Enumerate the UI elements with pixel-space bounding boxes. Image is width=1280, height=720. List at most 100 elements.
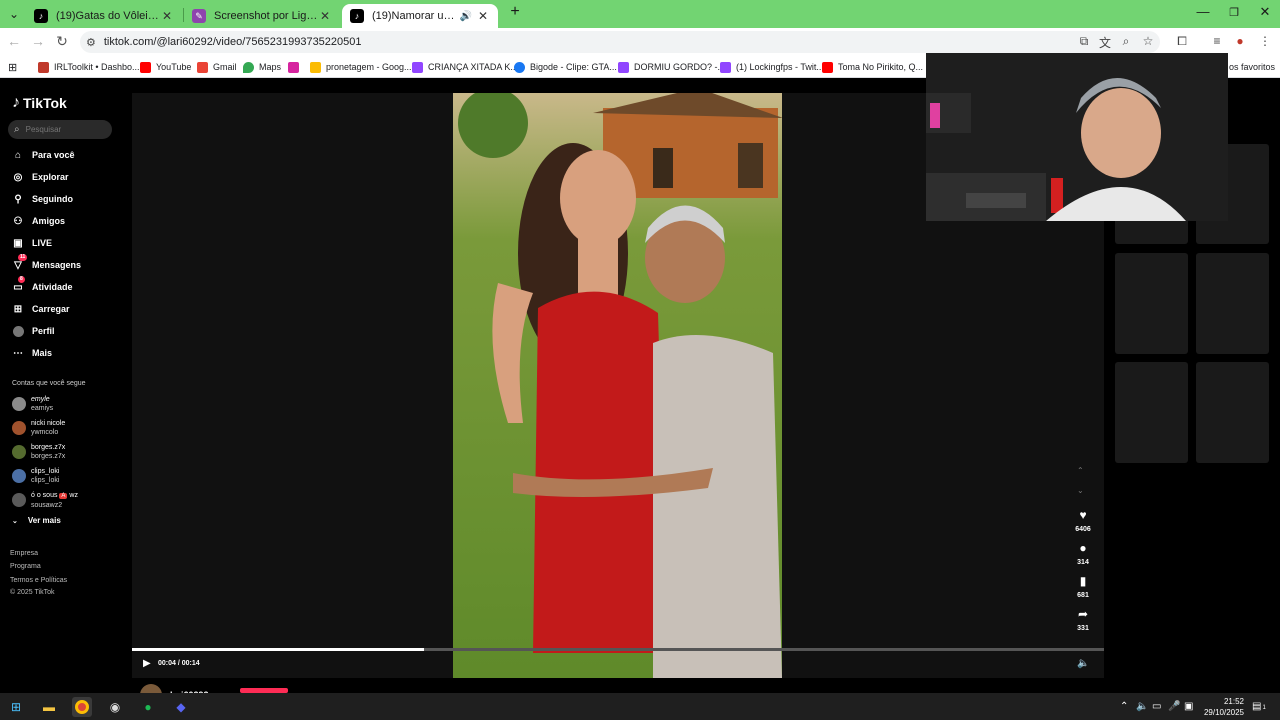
irltoolkit-icon: [38, 61, 49, 73]
following-account[interactable]: clips_loki clips_loki: [12, 465, 59, 487]
bookmark-label: (1) Lockingfps - Twit...: [736, 62, 824, 72]
system-clock[interactable]: 21:52 29/10/2025: [1200, 696, 1244, 718]
new-tab-button[interactable]: +: [500, 3, 530, 21]
url-text[interactable]: tiktok.com/@lari60292/video/756523199373…: [104, 36, 362, 48]
nav-amigos[interactable]: ⚇ Amigos: [12, 212, 66, 230]
close-tab-icon[interactable]: ✕: [318, 9, 332, 23]
tab-volei[interactable]: ♪ (19)Gatas do Vôlei Feminino: H ✕: [26, 4, 182, 28]
video-player[interactable]: [453, 93, 782, 678]
footer-empresa[interactable]: Empresa: [10, 550, 38, 557]
previous-video-icon[interactable]: ⌃: [1077, 466, 1084, 475]
notification-icon[interactable]: ▤1: [1252, 701, 1266, 712]
bookmark-label: CRIANÇA XITADA K...: [428, 62, 518, 72]
bookmark-toma[interactable]: Toma No Pirikito, Q...: [822, 59, 923, 75]
see-more-button[interactable]: ⌄ Ver mais: [12, 516, 61, 525]
file-explorer-icon[interactable]: ▬: [39, 697, 59, 717]
restore-icon[interactable]: ❐: [1219, 6, 1249, 19]
bookmark-bigode[interactable]: Bigode - Clipe: GTA...: [514, 59, 617, 75]
bookmark-dormiu[interactable]: DORMIU GORDO? -...: [618, 59, 725, 75]
chrome-taskbar-icon[interactable]: [72, 697, 92, 717]
nav-perfil[interactable]: Perfil: [12, 322, 55, 340]
media-control-icon[interactable]: ≡: [1209, 34, 1225, 48]
related-video-thumb[interactable]: [1196, 362, 1269, 463]
tab-search-chevron-icon[interactable]: ⌄: [6, 7, 22, 21]
nav-explorar[interactable]: ◎ Explorar: [12, 168, 69, 186]
windows-start-icon[interactable]: ⊞: [6, 697, 26, 717]
message-badge: 11: [18, 254, 28, 261]
minimize-icon[interactable]: —: [1188, 4, 1218, 19]
discord-icon[interactable]: ◆: [171, 697, 191, 717]
tiktok-logo[interactable]: ♪ TikTok: [12, 94, 67, 112]
display-tray-icon[interactable]: ▭: [1152, 701, 1161, 712]
nav-label: Mensagens: [32, 260, 82, 270]
window-close-icon[interactable]: ✕: [1250, 4, 1280, 20]
nav-carregar[interactable]: ⊞ Carregar: [12, 300, 70, 318]
network-icon[interactable]: ▣: [1184, 701, 1193, 712]
bookmark-count: 681: [1077, 592, 1089, 599]
browser-menu-icon[interactable]: ⋮: [1257, 34, 1273, 48]
reload-icon[interactable]: ↻: [52, 33, 72, 50]
avatar: [12, 445, 26, 459]
spotify-icon[interactable]: ●: [138, 697, 158, 717]
following-account[interactable]: ó o sous A wz sousawz2: [12, 489, 78, 511]
bookmark-youtube[interactable]: YouTube: [140, 59, 191, 75]
volume-icon[interactable]: 🔈: [1077, 658, 1089, 669]
bookmark-crianca[interactable]: CRIANÇA XITADA K...: [412, 59, 518, 75]
microphone-icon[interactable]: 🎤: [1168, 701, 1180, 712]
close-tab-icon[interactable]: ✕: [160, 9, 174, 23]
tab-namorar[interactable]: ♪ (19)Namorar uma Cartoma 🔊 ✕: [342, 4, 498, 28]
extension-shield-icon[interactable]: ●: [1232, 34, 1248, 48]
speaker-tray-icon[interactable]: 🔈: [1136, 701, 1148, 712]
account-handle: sousawz2: [31, 501, 63, 509]
bookmark-maps[interactable]: Maps: [243, 59, 281, 75]
video-progress-bar[interactable]: [132, 648, 1104, 651]
nav-live[interactable]: ▣ LIVE: [12, 234, 52, 252]
like-action[interactable]: ♥ 6406: [1068, 508, 1098, 533]
tab-lightshot[interactable]: ✎ Screenshot por Lightshot ✕: [184, 4, 340, 28]
tray-chevron-up-icon[interactable]: ⌃: [1120, 701, 1128, 712]
related-video-thumb[interactable]: [1115, 362, 1188, 463]
zoom-icon[interactable]: ⌕: [1118, 34, 1134, 49]
bookmark-gmail[interactable]: Gmail: [197, 59, 237, 75]
obs-icon[interactable]: ◉: [105, 697, 125, 717]
related-video-thumb[interactable]: [1196, 253, 1269, 354]
cast-icon[interactable]: ⧉: [1076, 34, 1092, 49]
search-input[interactable]: [25, 125, 96, 134]
footer-termos[interactable]: Termos e Políticas: [10, 577, 67, 584]
nav-para-voce[interactable]: ⌂ Para você: [12, 146, 75, 164]
back-icon[interactable]: ←: [4, 33, 24, 49]
nav-label: Carregar: [32, 304, 70, 314]
bookmark-irltoolkit[interactable]: IRLToolkit • Dashbo...: [38, 59, 140, 75]
bookmark-instagram[interactable]: [288, 59, 304, 75]
next-video-icon[interactable]: ⌄: [1077, 486, 1084, 495]
following-section-title: Contas que você segue: [12, 380, 86, 387]
play-icon[interactable]: ▶: [143, 658, 151, 669]
nav-label: Atividade: [32, 282, 73, 292]
extensions-icon[interactable]: ⧠: [1174, 34, 1190, 49]
nav-mensagens[interactable]: ▽ 11 Mensagens: [12, 254, 82, 274]
share-action[interactable]: ➦ 331: [1068, 607, 1098, 632]
bookmark-action[interactable]: ▮ 681: [1068, 574, 1098, 599]
following-account[interactable]: nicki nicole ywmcolo: [12, 417, 65, 439]
bookmark-star-icon[interactable]: ☆: [1140, 34, 1156, 48]
share-count: 331: [1077, 625, 1089, 632]
comment-action[interactable]: ● 314: [1068, 541, 1098, 566]
site-info-icon[interactable]: ⚙: [86, 36, 96, 49]
footer-programa[interactable]: Programa: [10, 563, 41, 570]
translate-icon[interactable]: 文: [1097, 34, 1113, 51]
forward-icon[interactable]: →: [28, 33, 48, 49]
close-tab-icon[interactable]: ✕: [476, 9, 490, 23]
related-video-thumb[interactable]: [1115, 253, 1188, 354]
following-account[interactable]: borges.z7x borges.z7x: [12, 441, 65, 463]
all-bookmarks[interactable]: os favoritos: [1229, 59, 1275, 75]
apps-icon[interactable]: ⊞: [8, 59, 17, 75]
address-bar[interactable]: ⚙ tiktok.com/@lari60292/video/7565231993…: [80, 31, 1160, 53]
speaker-icon[interactable]: 🔊: [460, 11, 472, 22]
nav-mais[interactable]: ⋯ Mais: [12, 344, 52, 362]
following-account[interactable]: emyle eamiys: [12, 393, 53, 415]
search-bar[interactable]: ⌕: [8, 120, 112, 139]
nav-seguindo[interactable]: ⚲ Seguindo: [12, 190, 73, 208]
bookmark-pronetagem[interactable]: pronetagem - Goog...: [310, 59, 412, 75]
nav-atividade[interactable]: ▭ 8 Atividade: [12, 276, 73, 296]
bookmark-lockingfps[interactable]: (1) Lockingfps - Twit...: [720, 59, 824, 75]
